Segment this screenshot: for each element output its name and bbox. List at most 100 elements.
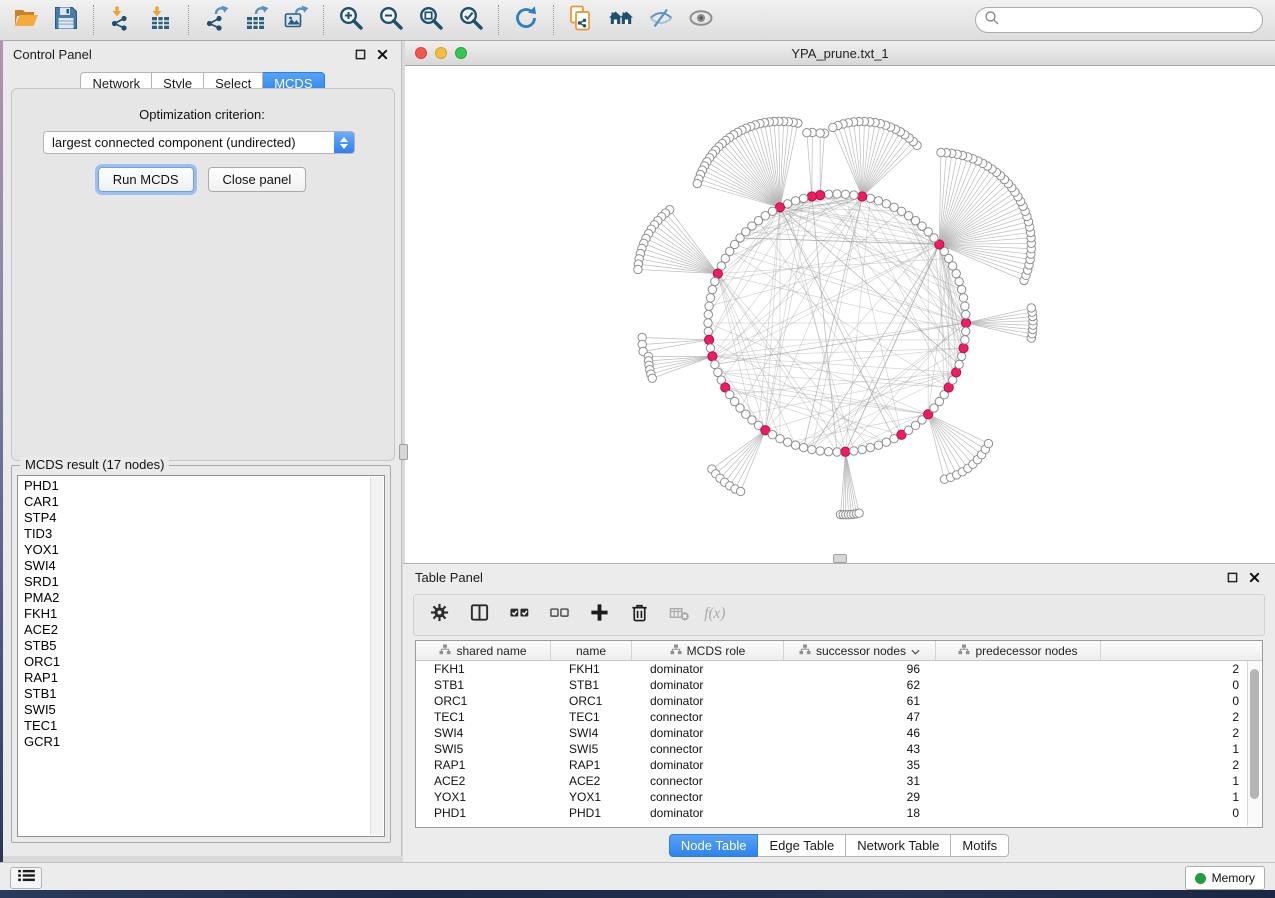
mcds-result-item: PMA2 xyxy=(18,590,384,606)
mcds-result-item: STB5 xyxy=(18,638,384,654)
table-cell: dominator xyxy=(632,694,784,708)
deselect-all-icon xyxy=(549,602,570,628)
tab-edge-table[interactable]: Edge Table xyxy=(758,834,846,857)
table-toolbar-columns-button[interactable] xyxy=(466,602,493,629)
mcds-result-item: YOX1 xyxy=(18,542,384,558)
table-scrollbar-thumb[interactable] xyxy=(1250,669,1259,799)
mcds-result-item: GCR1 xyxy=(18,734,384,750)
table-row[interactable]: STB1STB1dominator620 xyxy=(416,677,1262,693)
table-cell: dominator xyxy=(632,678,784,692)
table-scrollbar[interactable] xyxy=(1247,661,1261,826)
table-cell: dominator xyxy=(632,662,784,676)
toolbar-button-zoom-out[interactable] xyxy=(371,3,411,37)
column-type-icon xyxy=(670,644,682,658)
table-toolbar-gear-button[interactable] xyxy=(426,602,453,629)
close-icon[interactable] xyxy=(1245,569,1263,587)
toolbar-button-zoom-fit[interactable] xyxy=(411,3,451,37)
toolbar-button-open-file[interactable] xyxy=(6,3,46,37)
toolbar-button-export-image[interactable] xyxy=(276,3,316,37)
toolbar-button-export-table[interactable] xyxy=(236,3,276,37)
table-row[interactable]: TEC1TEC1connector472 xyxy=(416,709,1262,725)
toolbar-separator xyxy=(553,5,554,35)
table-cell: SWI4 xyxy=(551,726,632,740)
toolbar-button-eye[interactable] xyxy=(681,3,721,37)
column-header-label: MCDS role xyxy=(687,644,746,658)
table-row[interactable]: SWI5SWI5connector431 xyxy=(416,741,1262,757)
table-row[interactable]: ACE2ACE2connector311 xyxy=(416,773,1262,789)
mcds-result-item: ACE2 xyxy=(18,622,384,638)
mcds-list-scrollbar[interactable] xyxy=(370,477,383,835)
criterion-dropdown[interactable]: largest connected component (undirected) xyxy=(43,131,355,154)
horizontal-split-grip[interactable] xyxy=(833,554,847,563)
table-toolbar-add-button[interactable] xyxy=(586,602,613,629)
mcds-result-list[interactable]: PHD1CAR1STP4TID3YOX1SWI4SRD1PMA2FKH1ACE2… xyxy=(17,475,385,837)
close-icon[interactable] xyxy=(373,45,391,63)
table-cell: connector xyxy=(632,774,784,788)
close-panel-button[interactable]: Close panel xyxy=(208,167,307,192)
network-view-window: YPA_prune.txt_1 xyxy=(405,41,1275,563)
tab-node-table[interactable]: Node Table xyxy=(669,834,759,857)
table-cell: ACE2 xyxy=(416,774,551,788)
mcds-result-item: STB1 xyxy=(18,686,384,702)
table-row[interactable]: PHD1PHD1dominator180 xyxy=(416,805,1262,821)
table-toolbar-deselect-all-button[interactable] xyxy=(546,602,573,629)
toolbar-separator xyxy=(188,5,189,35)
add-icon xyxy=(589,602,610,628)
network-title: YPA_prune.txt_1 xyxy=(405,46,1275,61)
function-builder-icon: f(x) xyxy=(703,602,736,628)
toolbar-button-import-table[interactable] xyxy=(141,3,181,37)
task-history-button[interactable] xyxy=(10,867,42,889)
table-row[interactable]: FKH1FKH1dominator962 xyxy=(416,661,1262,677)
float-window-icon[interactable] xyxy=(351,45,369,63)
mcds-result-item: RAP1 xyxy=(18,670,384,686)
table-cell: ACE2 xyxy=(551,774,632,788)
column-header-MCDS-role[interactable]: MCDS role xyxy=(632,641,784,660)
tab-motifs[interactable]: Motifs xyxy=(951,834,1009,857)
toolbar-button-clone-network[interactable] xyxy=(561,3,601,37)
column-header-shared-name[interactable]: shared name xyxy=(416,641,551,660)
table-cell: 35 xyxy=(784,758,936,772)
gear-icon xyxy=(429,602,450,628)
table-row[interactable]: SWI4SWI4dominator462 xyxy=(416,725,1262,741)
network-window-titlebar[interactable]: YPA_prune.txt_1 xyxy=(405,41,1275,66)
toolbar-button-eye-slash[interactable] xyxy=(641,3,681,37)
run-mcds-button[interactable]: Run MCDS xyxy=(98,167,194,192)
toolbar-button-two-houses[interactable] xyxy=(601,3,641,37)
table-toolbar-delete-button[interactable] xyxy=(626,602,653,629)
table-row[interactable]: ORC1ORC1dominator610 xyxy=(416,693,1262,709)
table-cell: PHD1 xyxy=(416,806,551,820)
toolbar-button-refresh[interactable] xyxy=(506,3,546,37)
toolbar-button-zoom-selected[interactable] xyxy=(451,3,491,37)
table-cell: 96 xyxy=(784,662,936,676)
column-type-icon xyxy=(958,644,970,658)
column-header-name[interactable]: name xyxy=(551,641,632,660)
table-toolbar-function-builder-button: f(x) xyxy=(706,602,733,629)
table-toolbar-select-all-button[interactable] xyxy=(506,602,533,629)
main-toolbar xyxy=(0,0,1275,41)
table-cell: 2 xyxy=(936,726,1247,740)
column-header-predecessor-nodes[interactable]: predecessor nodes xyxy=(936,641,1101,660)
tab-network-table[interactable]: Network Table xyxy=(846,834,951,857)
column-header-successor-nodes[interactable]: successor nodes xyxy=(784,641,936,660)
toolbar-button-zoom-in[interactable] xyxy=(331,3,371,37)
table-row[interactable]: YOX1YOX1connector291 xyxy=(416,789,1262,805)
network-graph-canvas[interactable] xyxy=(405,66,1275,563)
search-box[interactable] xyxy=(975,7,1263,33)
mcds-result-item: PHD1 xyxy=(18,478,384,494)
table-cell: 47 xyxy=(784,710,936,724)
mcds-result-item: STP4 xyxy=(18,510,384,526)
table-tabs: Node TableEdge TableNetwork TableMotifs xyxy=(669,834,1009,857)
toolbar-button-export-network[interactable] xyxy=(196,3,236,37)
toolbar-button-import-network[interactable] xyxy=(101,3,141,37)
dropdown-stepper-icon xyxy=(334,132,354,153)
memory-button[interactable]: Memory xyxy=(1185,866,1265,890)
table-cell: 1 xyxy=(936,742,1247,756)
mcds-result-item: ORC1 xyxy=(18,654,384,670)
float-window-icon[interactable] xyxy=(1223,569,1241,587)
table-row[interactable]: RAP1RAP1dominator352 xyxy=(416,757,1262,773)
vertical-split-grip[interactable] xyxy=(399,444,408,460)
toolbar-button-save[interactable] xyxy=(46,3,86,37)
table-cell: connector xyxy=(632,710,784,724)
search-input[interactable] xyxy=(1004,12,1262,29)
table-cell: YOX1 xyxy=(551,790,632,804)
